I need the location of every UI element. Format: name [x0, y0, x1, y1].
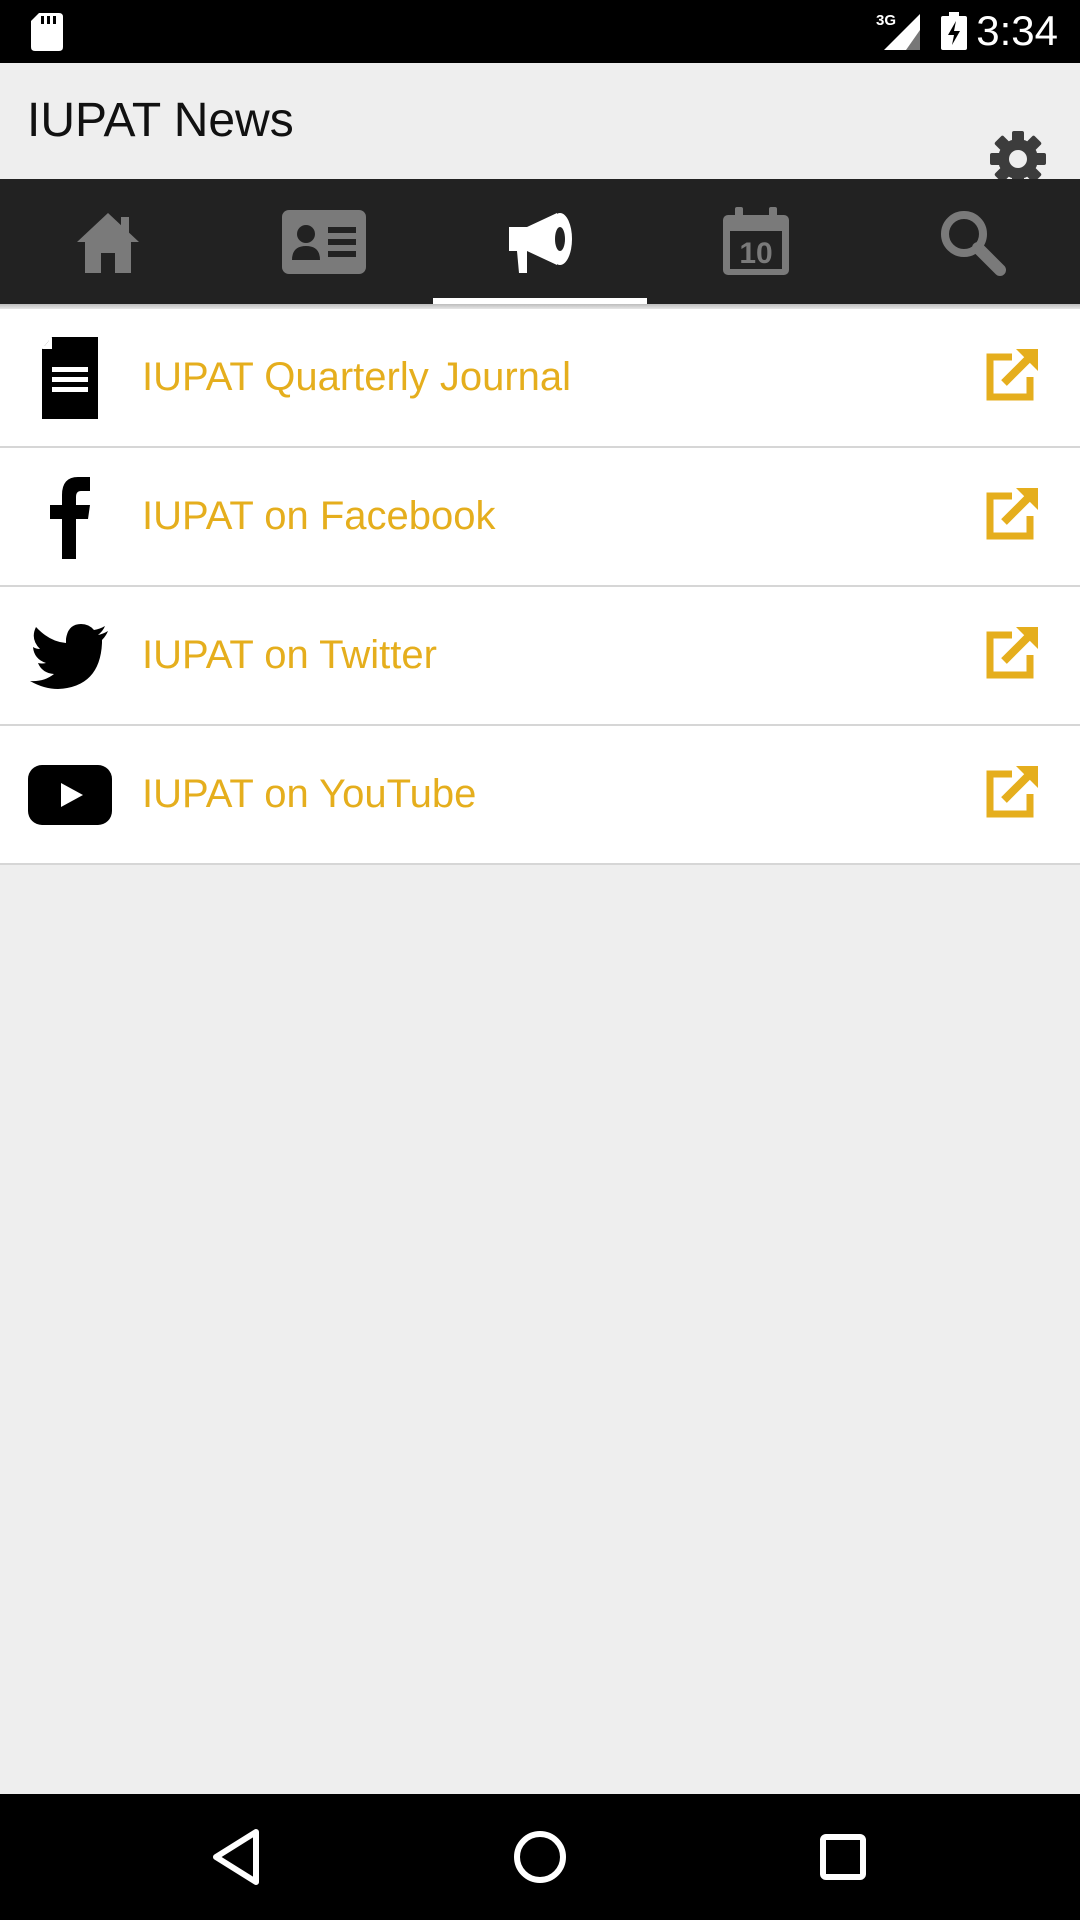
- tab-contacts[interactable]: [216, 179, 432, 304]
- list-item-quarterly-journal[interactable]: IUPAT Quarterly Journal: [0, 309, 1080, 448]
- screen: 3G 3:34 IUPAT News 10 IUPAT Quarterly Jo…: [0, 0, 1080, 1920]
- tab-bar: 10: [0, 179, 1080, 304]
- status-bar: 3G 3:34: [0, 0, 1080, 63]
- item-icon-container: [26, 754, 114, 836]
- tab-search[interactable]: [864, 179, 1080, 304]
- facebook-icon: [50, 477, 90, 559]
- item-icon-container: [26, 476, 114, 559]
- list-item-youtube[interactable]: IUPAT on YouTube: [0, 726, 1080, 865]
- home-icon: [77, 212, 139, 273]
- list-item-facebook[interactable]: IUPAT on Facebook: [0, 448, 1080, 587]
- list-item-twitter[interactable]: IUPAT on Twitter: [0, 587, 1080, 726]
- link-list: IUPAT Quarterly Journal IUPAT on Faceboo…: [0, 309, 1080, 865]
- recents-icon[interactable]: [810, 1824, 876, 1890]
- tab-announcements[interactable]: [432, 179, 648, 304]
- external-link-icon[interactable]: [984, 486, 1040, 542]
- search-icon: [941, 210, 1006, 276]
- megaphone-icon: [509, 212, 572, 273]
- youtube-icon: [28, 765, 112, 825]
- app-bar: IUPAT News: [0, 63, 1080, 187]
- twitter-icon: [30, 624, 108, 689]
- page-title: IUPAT News: [27, 94, 294, 147]
- external-link-icon[interactable]: [984, 347, 1040, 403]
- contact-card-icon: [282, 209, 366, 274]
- battery-charging-icon: [941, 12, 967, 50]
- calendar-icon: 10: [723, 206, 789, 275]
- list-item-label: IUPAT Quarterly Journal: [142, 355, 572, 399]
- tab-home[interactable]: [0, 179, 216, 304]
- list-item-label: IUPAT on YouTube: [142, 772, 477, 816]
- item-icon-container: [26, 615, 114, 697]
- sd-card-icon: [31, 13, 63, 51]
- item-icon-container: [26, 337, 114, 419]
- home-circle-icon[interactable]: [507, 1824, 573, 1890]
- list-item-label: IUPAT on Facebook: [142, 494, 496, 538]
- tab-calendar[interactable]: 10: [648, 179, 864, 304]
- back-icon[interactable]: [204, 1824, 270, 1890]
- signal-3g-icon: 3G: [876, 12, 920, 50]
- system-nav-bar: [0, 1794, 1080, 1920]
- list-item-label: IUPAT on Twitter: [142, 633, 437, 677]
- svg-text:10: 10: [739, 237, 772, 270]
- svg-text:3G: 3G: [876, 12, 896, 29]
- external-link-icon[interactable]: [984, 764, 1040, 820]
- document-icon: [42, 337, 98, 419]
- external-link-icon[interactable]: [984, 625, 1040, 681]
- status-time: 3:34: [976, 7, 1058, 54]
